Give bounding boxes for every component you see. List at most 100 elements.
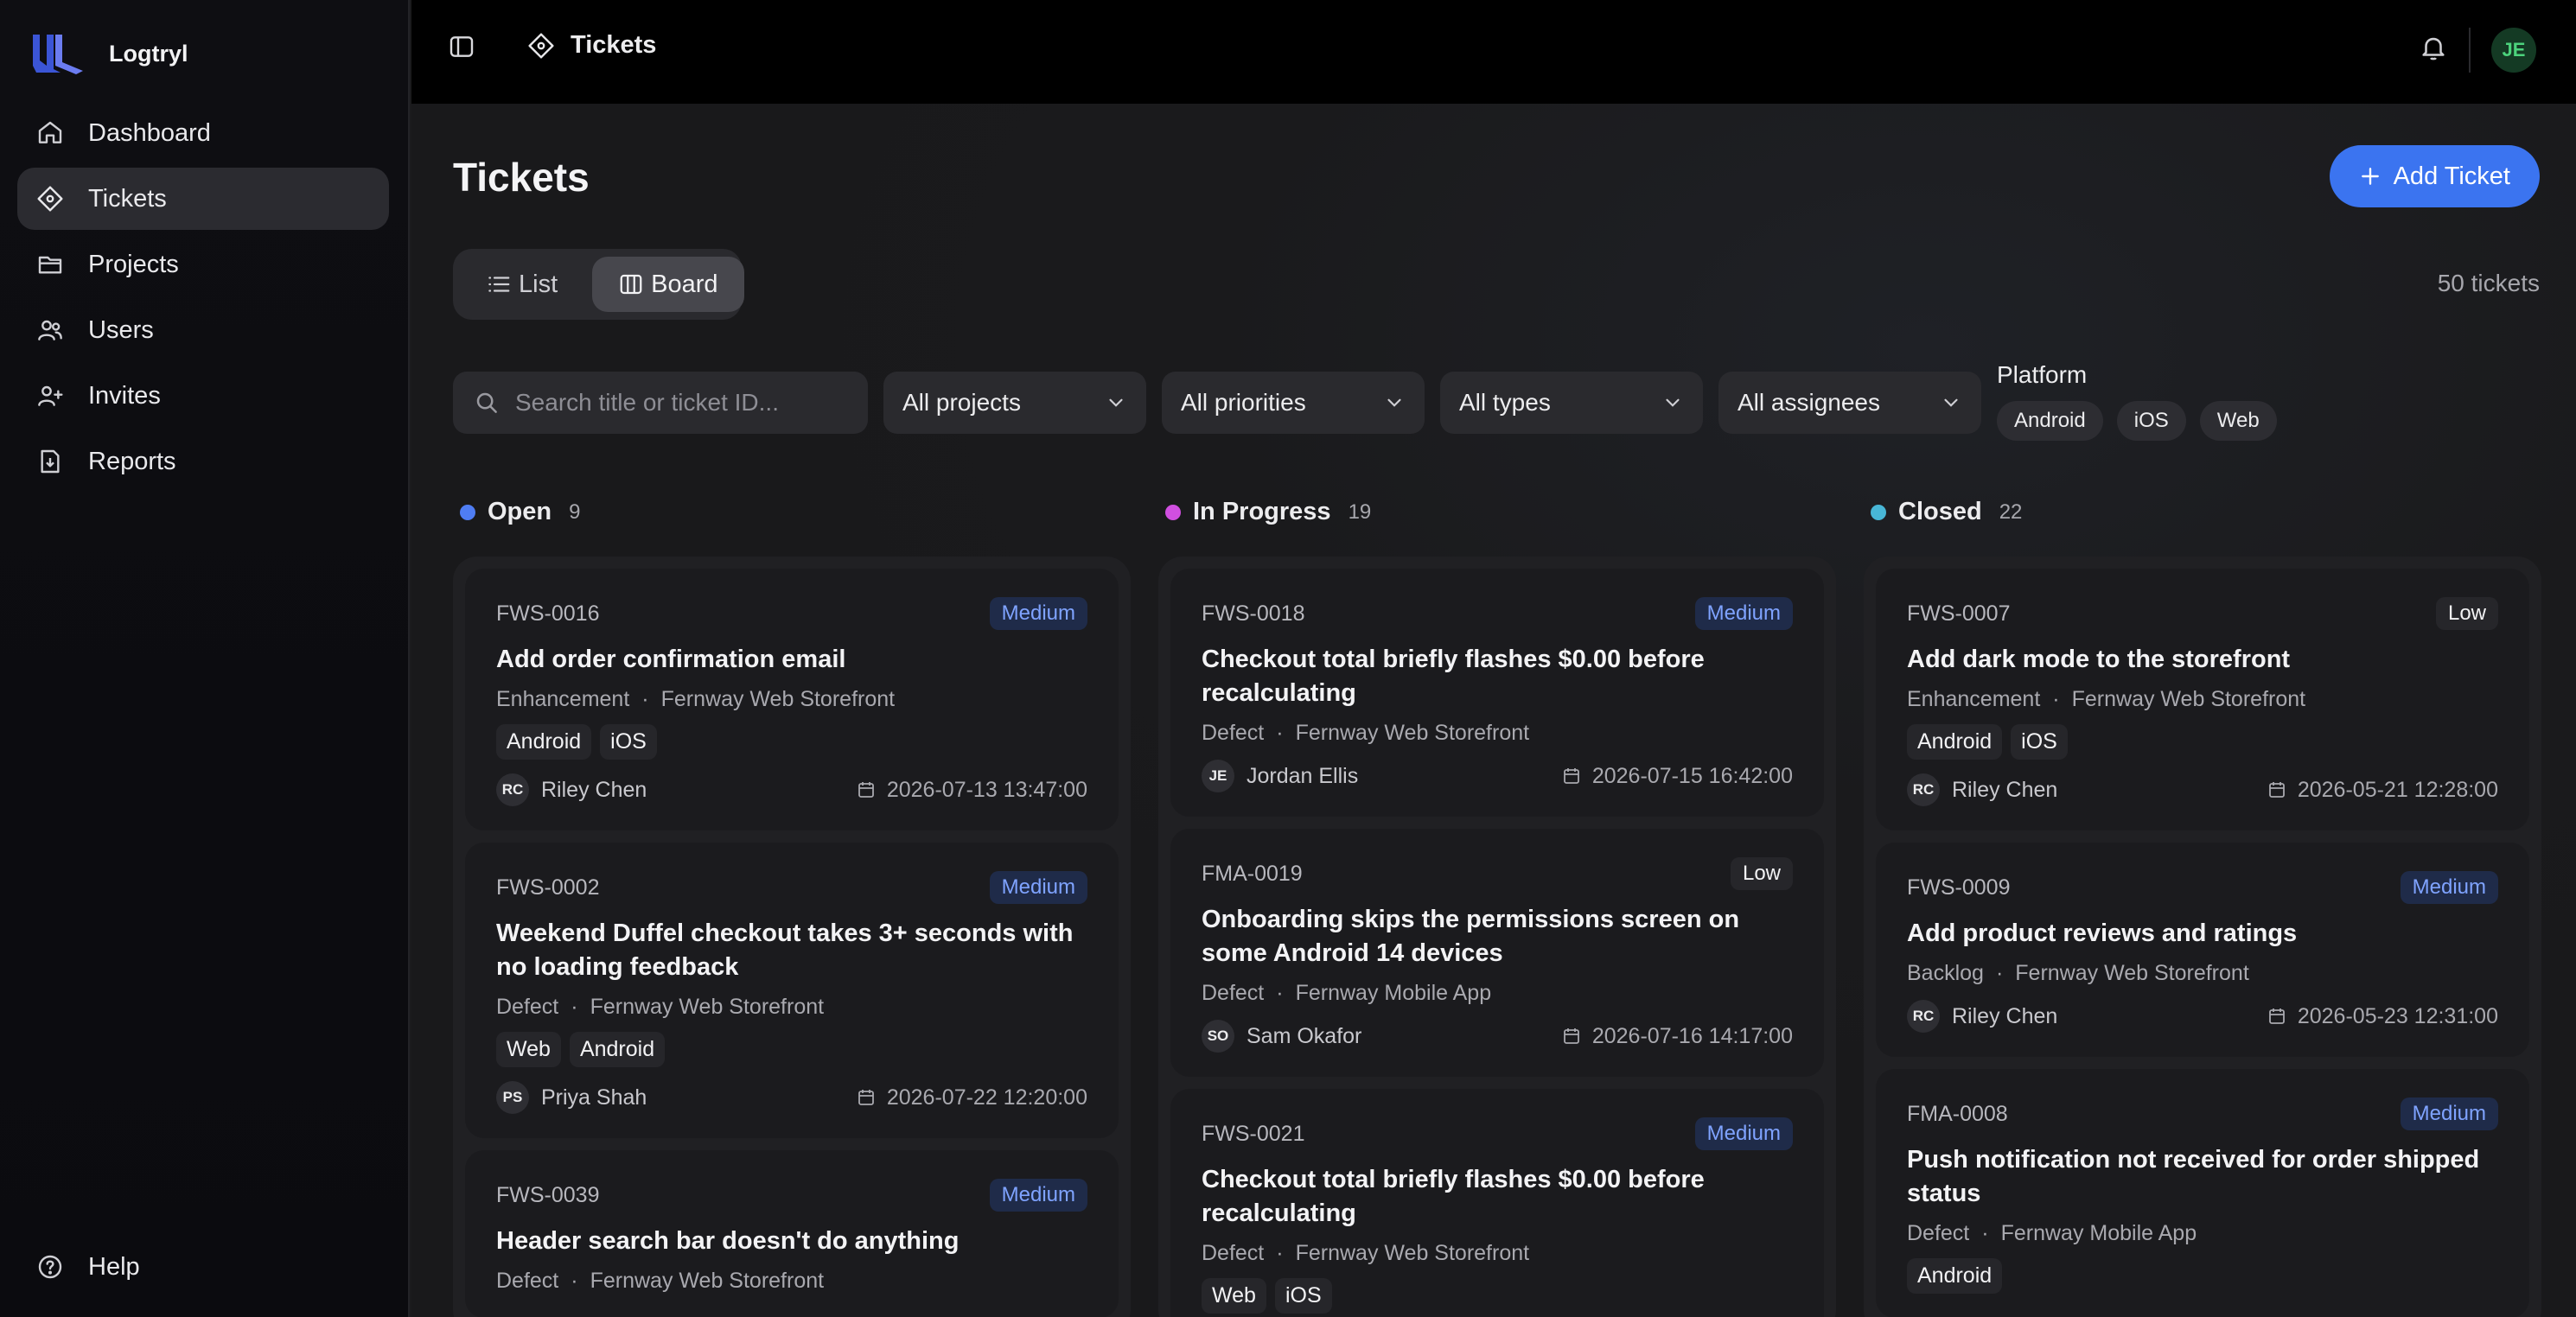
date-value: 2026-07-16 14:17:00 <box>1591 1023 1793 1048</box>
ticket-id: FMA-0008 <box>1907 1101 2008 1126</box>
sidebar-item-label: Invites <box>88 381 161 410</box>
platform-chip-web[interactable]: Web <box>2199 401 2277 441</box>
platform-tag: Android <box>1907 1258 2003 1294</box>
sidebar-item-dashboard[interactable]: Dashboard <box>17 102 389 164</box>
assignee-name: Sam Okafor <box>1247 1023 1362 1048</box>
ticket-id: FWS-0002 <box>496 875 600 900</box>
date-value: 2026-07-13 13:47:00 <box>886 777 1087 802</box>
ticket-project: Fernway Web Storefront <box>2071 687 2306 711</box>
topbar-divider <box>2469 28 2471 73</box>
chevron-down-icon <box>1944 398 1958 407</box>
ticket-meta: Defect · Fernway Web Storefront <box>1202 1241 1530 1265</box>
calendar-icon <box>2268 782 2285 798</box>
ticket-id: FWS-0007 <box>1907 601 2011 626</box>
sidebar-item-users[interactable]: Users <box>17 299 389 361</box>
types-select[interactable]: All types <box>1440 372 1703 434</box>
column-header-open: Open 9 <box>460 498 580 526</box>
platform-tag: Android <box>569 1032 666 1067</box>
ticket-title: Onboarding skips the permissions screen … <box>1202 906 1740 967</box>
ticket-card[interactable]: FWS-0002 Medium Weekend Duffel checkout t… <box>465 843 1119 1138</box>
priority-badge: Medium <box>2400 871 2498 904</box>
platform-filter: Platform Android iOS Web <box>1997 361 2277 441</box>
sidebar-item-label: Users <box>88 315 154 344</box>
sidebar-item-tickets[interactable]: Tickets <box>17 168 389 230</box>
priority-badge: Low <box>1730 857 1793 890</box>
assignee: PS Priya Shah <box>496 1081 647 1114</box>
ticket-card[interactable]: FMA-0019 Low Onboarding skips the permiss… <box>1170 829 1824 1077</box>
priorities-select[interactable]: All priorities <box>1162 372 1425 434</box>
chevron-down-icon <box>1666 398 1680 407</box>
sidebar-toggle-button[interactable] <box>448 33 475 65</box>
assignee: SO Sam Okafor <box>1202 1020 1361 1053</box>
ticket-type: Enhancement <box>1907 687 2041 711</box>
sidebar-item-reports[interactable]: Reports <box>17 430 389 493</box>
assignee-name: Riley Chen <box>541 777 647 802</box>
platform-tag: iOS <box>600 724 657 760</box>
brand[interactable]: Logtryl <box>29 31 188 76</box>
user-plus-icon <box>38 385 63 406</box>
sidebar-item-label: Dashboard <box>88 118 211 147</box>
search-input[interactable]: Search title or ticket ID... <box>453 372 868 434</box>
ticket-date: 2026-07-15 16:42:00 <box>1561 764 1793 789</box>
list-view-button[interactable]: List <box>460 257 583 312</box>
ticket-title: Header search bar doesn't do anything <box>496 1227 960 1255</box>
ticket-card[interactable]: FWS-0039 Medium Header search bar doesn't… <box>465 1150 1119 1317</box>
ticket-icon <box>528 32 554 59</box>
notifications-button[interactable] <box>2419 33 2448 67</box>
plus-icon <box>2361 168 2379 185</box>
assignee-name: Riley Chen <box>1952 777 2058 802</box>
ticket-project: Fernway Web Storefront <box>660 687 896 711</box>
ticket-card[interactable]: FMA-0008 Medium Push notification not rec… <box>1876 1069 2529 1317</box>
calendar-icon <box>1563 1028 1579 1044</box>
filter-bar: Search title or ticket ID... All project… <box>453 361 2277 441</box>
projects-select[interactable]: All projects <box>883 372 1146 434</box>
ticket-card[interactable]: FWS-0016 Medium Add order confirmation em… <box>465 569 1119 830</box>
ticket-id: FWS-0018 <box>1202 601 1305 626</box>
ticket-tags: Android iOS <box>1907 724 2498 760</box>
add-ticket-button[interactable]: Add Ticket <box>2329 145 2540 207</box>
sidebar-item-help[interactable]: Help <box>17 1236 389 1298</box>
sidebar-nav: Dashboard Tickets Projects Users Invites… <box>17 102 389 496</box>
platform-tag: Web <box>496 1032 561 1067</box>
ticket-id: FMA-0019 <box>1202 861 1303 886</box>
sidebar-item-label: Projects <box>88 250 179 278</box>
ticket-meta: Defect · Fernway Mobile App <box>1907 1221 2197 1245</box>
column-open: FWS-0016 Medium Add order confirmation em… <box>453 557 1131 1317</box>
platform-chips: Android iOS Web <box>1997 401 2277 441</box>
ticket-id: FWS-0009 <box>1907 875 2011 900</box>
platform-chip-ios[interactable]: iOS <box>2116 401 2186 441</box>
ticket-card[interactable]: FWS-0021 Medium Checkout total briefly fl… <box>1170 1089 1824 1317</box>
breadcrumb-label: Tickets <box>571 31 657 59</box>
ticket-type: Defect <box>1202 981 1265 1005</box>
sidebar-item-label: Reports <box>88 447 176 475</box>
ticket-tags: Web Android <box>496 1032 1087 1067</box>
user-avatar[interactable]: JE <box>2491 28 2536 73</box>
platform-tag: Web <box>1202 1278 1266 1314</box>
priority-badge: Medium <box>989 597 1087 630</box>
board-view-button[interactable]: Board <box>592 257 744 312</box>
sidebar-item-invites[interactable]: Invites <box>17 365 389 427</box>
platform-chip-android[interactable]: Android <box>1997 401 2103 441</box>
ticket-title: Weekend Duffel checkout takes 3+ seconds… <box>496 919 1074 981</box>
ticket-title: Push notification not received for order… <box>1907 1146 2480 1207</box>
ticket-date: 2026-07-13 13:47:00 <box>856 778 1087 803</box>
main-content: Tickets Add Ticket List Board 50 tickets… <box>411 104 2576 1317</box>
ticket-title: Add product reviews and ratings <box>1907 919 2298 947</box>
ticket-date: 2026-05-21 12:28:00 <box>2267 778 2498 803</box>
platform-tag: iOS <box>1274 1278 1332 1314</box>
help-icon <box>38 1255 62 1279</box>
add-ticket-label: Add Ticket <box>2393 162 2510 190</box>
ticket-card[interactable]: FWS-0007 Low Add dark mode to the storefr… <box>1876 569 2529 830</box>
help-section: Help <box>17 1236 389 1301</box>
ticket-title: Add order confirmation email <box>496 646 846 673</box>
ticket-card[interactable]: FWS-0018 Medium Checkout total briefly fl… <box>1170 569 1824 817</box>
column-closed: FWS-0007 Low Add dark mode to the storefr… <box>1864 557 2541 1317</box>
assignee: RC Riley Chen <box>1907 1000 2057 1033</box>
assignees-select[interactable]: All assignees <box>1718 372 1981 434</box>
ticket-project: Fernway Web Storefront <box>1295 721 1530 745</box>
ticket-card[interactable]: FWS-0009 Medium Add product reviews and r… <box>1876 843 2529 1057</box>
sidebar-item-label: Tickets <box>88 184 167 213</box>
ticket-meta: Defect · Fernway Web Storefront <box>1202 721 1530 745</box>
sidebar-item-projects[interactable]: Projects <box>17 233 389 296</box>
priority-badge: Medium <box>1694 597 1793 630</box>
